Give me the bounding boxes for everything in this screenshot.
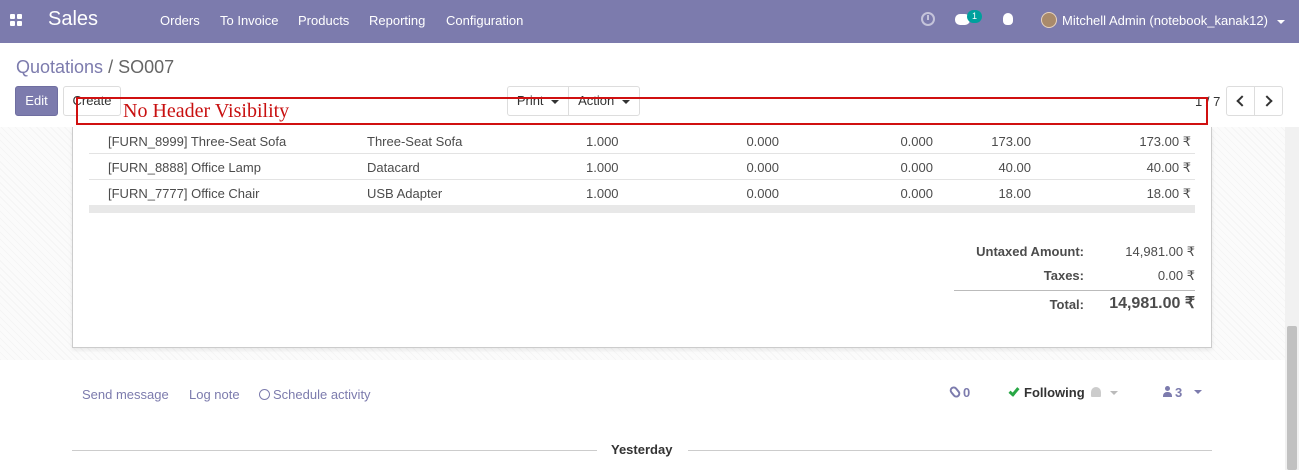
untaxed-amount-value: 14,981.00 ₹ [1125, 244, 1195, 259]
menu-reporting[interactable]: Reporting [369, 13, 425, 28]
log-note-button[interactable]: Log note [189, 387, 240, 402]
untaxed-amount-label: Untaxed Amount: [976, 244, 1084, 259]
subtotal-cell: 173.00 ₹ [1139, 134, 1191, 149]
clock-icon [259, 389, 270, 400]
previous-record-button[interactable] [1226, 86, 1255, 116]
bell-icon[interactable] [1091, 387, 1101, 397]
date-separator-line [688, 450, 1212, 451]
description-cell: Datacard [367, 160, 420, 175]
product-cell: [FURN_8888] Office Lamp [108, 160, 261, 175]
following-button[interactable]: Following [1024, 385, 1085, 400]
quantity-cell: 1.000 [586, 160, 619, 175]
followers-count[interactable]: 3 [1175, 385, 1182, 400]
breadcrumb: Quotations / SO007 [16, 57, 174, 78]
table-footer [89, 205, 1195, 213]
debug-bug-icon[interactable] [1003, 13, 1013, 25]
send-message-button[interactable]: Send message [82, 387, 169, 402]
product-cell: [FURN_8999] Three-Seat Sofa [108, 134, 287, 149]
table-row[interactable]: [FURN_7777] Office Chair USB Adapter 1.0… [89, 180, 1195, 206]
date-separator-label: Yesterday [611, 442, 673, 457]
caret-down-icon[interactable] [1110, 391, 1118, 395]
messages-badge: 1 [967, 10, 982, 23]
table-row[interactable]: [FURN_8999] Three-Seat Sofa Three-Seat S… [89, 128, 1195, 154]
total-value: 14,981.00 ₹ [1109, 295, 1195, 312]
numeric-cell: 0.000 [746, 186, 779, 201]
chevron-down-icon [1276, 19, 1285, 24]
chevron-left-icon [1236, 95, 1248, 107]
schedule-activity-button[interactable]: Schedule activity [259, 387, 371, 402]
breadcrumb-separator: / [108, 57, 114, 77]
breadcrumb-current: SO007 [118, 57, 175, 77]
annotation-text: No Header Visibility [123, 100, 290, 122]
table-row[interactable]: [FURN_8888] Office Lamp Datacard 1.000 0… [89, 154, 1195, 180]
menu-to-invoice[interactable]: To Invoice [220, 13, 279, 28]
followers-user-icon[interactable] [1163, 386, 1172, 397]
description-cell: Three-Seat Sofa [367, 134, 463, 149]
totals-divider [954, 290, 1195, 291]
unit-price-cell: 173.00 [991, 134, 1031, 149]
next-record-button[interactable] [1254, 86, 1283, 116]
paperclip-icon[interactable] [948, 384, 962, 400]
activity-clock-icon[interactable] [921, 12, 935, 26]
user-name-label: Mitchell Admin (notebook_kanak12) [1062, 13, 1268, 28]
breadcrumb-quotations[interactable]: Quotations [16, 57, 103, 77]
scrollbar-thumb[interactable] [1287, 326, 1297, 470]
quantity-cell: 1.000 [586, 134, 619, 149]
apps-menu-icon[interactable] [10, 14, 23, 27]
schedule-activity-label: Schedule activity [273, 387, 371, 402]
attachment-count[interactable]: 0 [963, 385, 970, 400]
numeric-cell: 0.000 [746, 134, 779, 149]
description-cell: USB Adapter [367, 186, 443, 201]
product-cell: [FURN_7777] Office Chair [108, 186, 260, 201]
annotation-box: No Header Visibility [76, 97, 1208, 125]
app-name[interactable]: Sales [48, 8, 98, 31]
unit-price-cell: 18.00 [998, 186, 1031, 201]
unit-price-cell: 40.00 [998, 160, 1031, 175]
numeric-cell: 0.000 [746, 160, 779, 175]
subtotal-cell: 40.00 ₹ [1146, 160, 1191, 175]
menu-configuration[interactable]: Configuration [446, 13, 523, 28]
date-separator-line [72, 450, 597, 451]
user-avatar[interactable] [1041, 12, 1057, 28]
taxes-value: 0.00 ₹ [1157, 268, 1195, 283]
caret-down-icon[interactable] [1194, 390, 1202, 394]
check-icon [1008, 385, 1020, 397]
taxes-label: Taxes: [1043, 268, 1084, 283]
edit-button[interactable]: Edit [15, 86, 58, 116]
user-menu[interactable]: Mitchell Admin (notebook_kanak12) [1062, 13, 1285, 28]
top-navbar: Sales Orders To Invoice Products Reporti… [0, 0, 1299, 43]
chevron-right-icon [1261, 95, 1273, 107]
menu-products[interactable]: Products [298, 13, 349, 28]
subtotal-cell: 18.00 ₹ [1146, 186, 1191, 201]
menu-orders[interactable]: Orders [160, 13, 200, 28]
quantity-cell: 1.000 [586, 186, 619, 201]
